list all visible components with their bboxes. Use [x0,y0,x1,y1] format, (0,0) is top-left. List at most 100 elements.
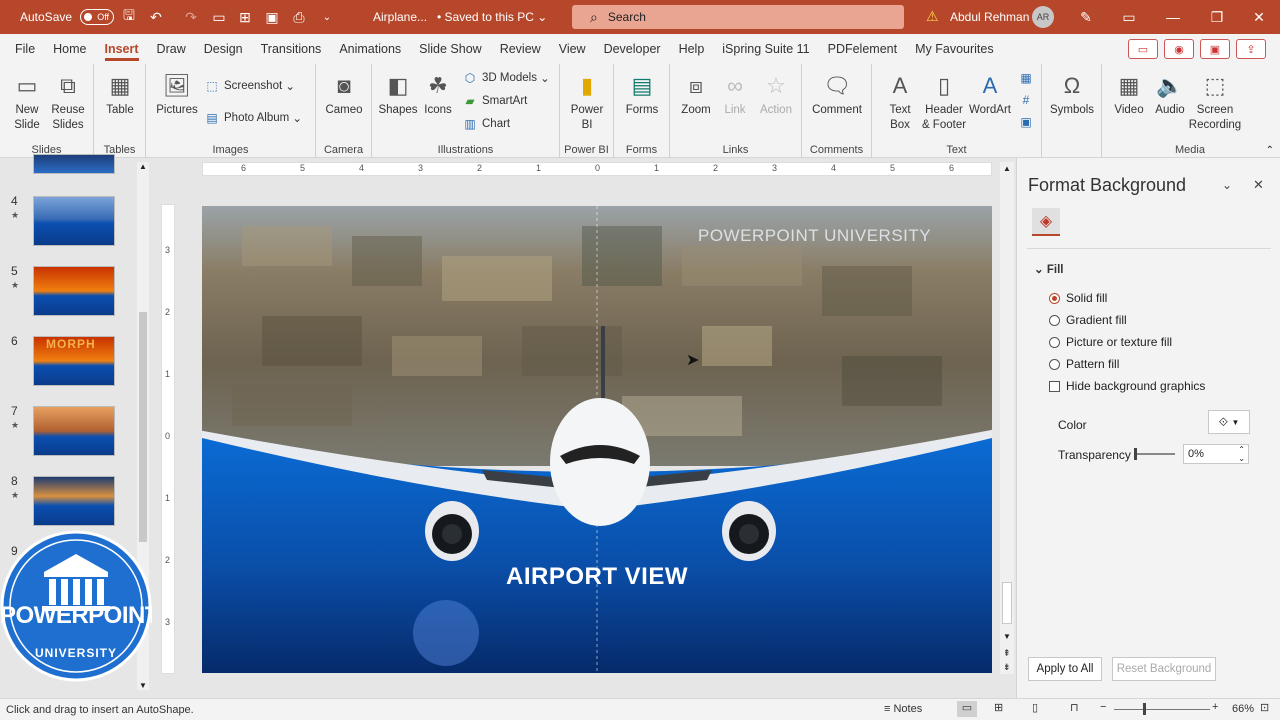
slide-watermark-text[interactable]: POWERPOINT UNIVERSITY [698,226,931,246]
autosave-toggle[interactable]: Off [80,9,115,25]
chart-button[interactable]: ▥ Chart [462,116,510,132]
zoom-button[interactable]: ⧈ Zoom [676,70,716,118]
tab-animations[interactable]: Animations [330,34,410,64]
scroll-up-icon[interactable]: ▲ [139,162,147,171]
previous-slide-icon[interactable]: ⇞ [1003,648,1011,659]
close-icon[interactable]: ✕ [1237,0,1280,34]
warning-icon[interactable]: ⚠ [926,8,939,25]
zoom-level[interactable]: 66% [1232,703,1254,715]
transparency-slider[interactable] [1135,453,1175,455]
pane-options-chevron-icon[interactable]: ⌄ [1222,178,1232,192]
pattern-fill-option[interactable]: Pattern fill [1049,357,1119,371]
slide[interactable]: POWERPOINT UNIVERSITY AIRPORT VIEW [202,206,992,673]
tab-view[interactable]: View [550,34,595,64]
wordart-button[interactable]: A WordArt [968,70,1012,118]
tab-slide-show[interactable]: Slide Show [410,34,491,64]
table-button[interactable]: ▦ Table [100,70,140,118]
thumbnail-slide-3[interactable] [33,154,115,174]
thumbnail-slide-6[interactable]: MORPH [33,336,115,386]
symbols-button[interactable]: Ω Symbols [1050,70,1094,118]
tab-review[interactable]: Review [491,34,550,64]
3d-models-button[interactable]: ⬡ 3D Models ⌄ [462,70,550,86]
cameo-button[interactable]: ◙ Cameo [324,70,364,118]
new-slide-button[interactable]: ▭ New Slide [6,70,48,133]
smartart-button[interactable]: ▰ SmartArt [462,93,527,109]
search-box[interactable]: ⌕ Search [572,5,904,29]
photo-album-button[interactable]: ▤ Photo Album ⌄ [204,110,302,126]
tab-developer[interactable]: Developer [595,34,670,64]
scroll-up-icon[interactable]: ▲ [1003,164,1011,173]
horizontal-ruler[interactable]: 6 5 4 3 2 1 0 1 2 3 4 5 6 [202,162,992,176]
comment-button[interactable]: 🗨 Comment [810,70,864,118]
pdf-icon[interactable]: ⎙ [288,6,310,28]
vertical-ruler[interactable]: 3 2 1 0 1 2 3 [161,204,175,674]
hide-background-graphics-checkbox[interactable]: Hide background graphics [1049,379,1205,393]
scroll-thumb[interactable] [1002,582,1012,624]
tab-transitions[interactable]: Transitions [252,34,331,64]
tab-ispring[interactable]: iSpring Suite 11 [713,34,818,64]
tab-insert[interactable]: Insert [96,34,148,64]
tab-home[interactable]: Home [44,34,95,64]
fit-to-window-icon[interactable]: ⊡ [1260,701,1269,714]
reuse-slides-button[interactable]: ⧉ Reuse Slides [48,70,88,133]
forms-button[interactable]: ▤ Forms [622,70,662,118]
tab-design[interactable]: Design [195,34,252,64]
reading-view-icon[interactable]: ▯ [1032,701,1038,714]
transparency-slider-handle[interactable] [1134,448,1137,460]
tab-my-favourites[interactable]: My Favourites [906,34,1003,64]
screenshot-button[interactable]: ⬚ Screenshot ⌄ [204,78,295,94]
save-icon[interactable]: 🖫 [118,6,140,28]
tab-help[interactable]: Help [670,34,714,64]
redo-icon[interactable]: ↷ [180,6,202,28]
scroll-thumb[interactable] [139,312,147,542]
notes-button[interactable]: ≡ Notes [884,703,922,715]
tab-file[interactable]: File [6,34,44,64]
autosave-control[interactable]: AutoSave Off [20,9,115,25]
minimize-icon[interactable]: — [1151,0,1195,34]
spinner-icon[interactable]: ⌃ ⌄ [1238,445,1245,463]
header-footer-button[interactable]: ▯ Header & Footer [918,70,970,133]
reset-background-button[interactable]: Reset Background [1112,657,1216,681]
slide-headline[interactable]: AIRPORT VIEW [202,563,992,591]
icons-button[interactable]: ☘ Icons [420,70,456,118]
ribbon-display-icon[interactable]: ▭ [1107,0,1151,34]
apply-to-all-button[interactable]: Apply to All [1028,657,1102,681]
zoom-slider-handle[interactable] [1143,703,1146,715]
link-button[interactable]: ∞ Link [718,70,752,118]
picture-icon[interactable]: ▣ [261,6,283,28]
share-button[interactable]: ⇪ [1236,39,1266,59]
slide-show-icon[interactable]: ⊓ [1070,701,1079,714]
pane-close-icon[interactable]: ✕ [1253,177,1264,193]
video-button[interactable]: ▦ Video [1108,70,1150,118]
fill-bucket-icon[interactable]: ◈ [1032,208,1060,236]
solid-fill-option[interactable]: Solid fill [1049,291,1107,305]
picture-texture-fill-option[interactable]: Picture or texture fill [1049,335,1172,349]
slide-number-button[interactable]: # [1018,92,1038,108]
collapse-ribbon-icon[interactable]: ⌃ [1266,145,1274,156]
fill-section-header[interactable]: ⌄ Fill [1034,262,1063,276]
tab-pdfelement[interactable]: PDFelement [819,34,906,64]
thumbnail-slide-5[interactable] [33,266,115,316]
thumbnail-slide-7[interactable] [33,406,115,456]
normal-view-icon[interactable]: ▭ [957,701,977,717]
pen-icon[interactable]: ✎ [1075,6,1097,28]
power-bi-button[interactable]: ▮ Power BI [567,70,607,133]
action-button[interactable]: ☆ Action [756,70,796,118]
undo-icon[interactable]: ↶ [145,6,167,28]
audio-button[interactable]: 🔈 Audio [1150,70,1190,118]
present-teams-button[interactable]: ▣ [1200,39,1230,59]
maximize-icon[interactable]: ❐ [1195,0,1239,34]
customize-qat-icon[interactable]: ⌄ [316,6,338,28]
slide-scrollbar[interactable]: ▲ ▼ ⇞ ⇟ [1000,162,1014,674]
thumbnail-slide-4[interactable] [33,196,115,246]
zoom-slider[interactable] [1114,709,1210,710]
save-status[interactable]: • Saved to this PC ⌄ [437,10,547,24]
avatar[interactable]: AR [1032,6,1054,28]
shapes-button[interactable]: ◧ Shapes [378,70,418,118]
document-name[interactable]: Airplane... [373,10,427,24]
thumbnail-slide-8[interactable] [33,476,115,526]
scroll-down-icon[interactable]: ▼ [1003,632,1011,641]
gradient-fill-option[interactable]: Gradient fill [1049,313,1127,327]
tab-draw[interactable]: Draw [148,34,195,64]
color-picker-button[interactable]: ⟐ ▼ [1208,410,1250,434]
